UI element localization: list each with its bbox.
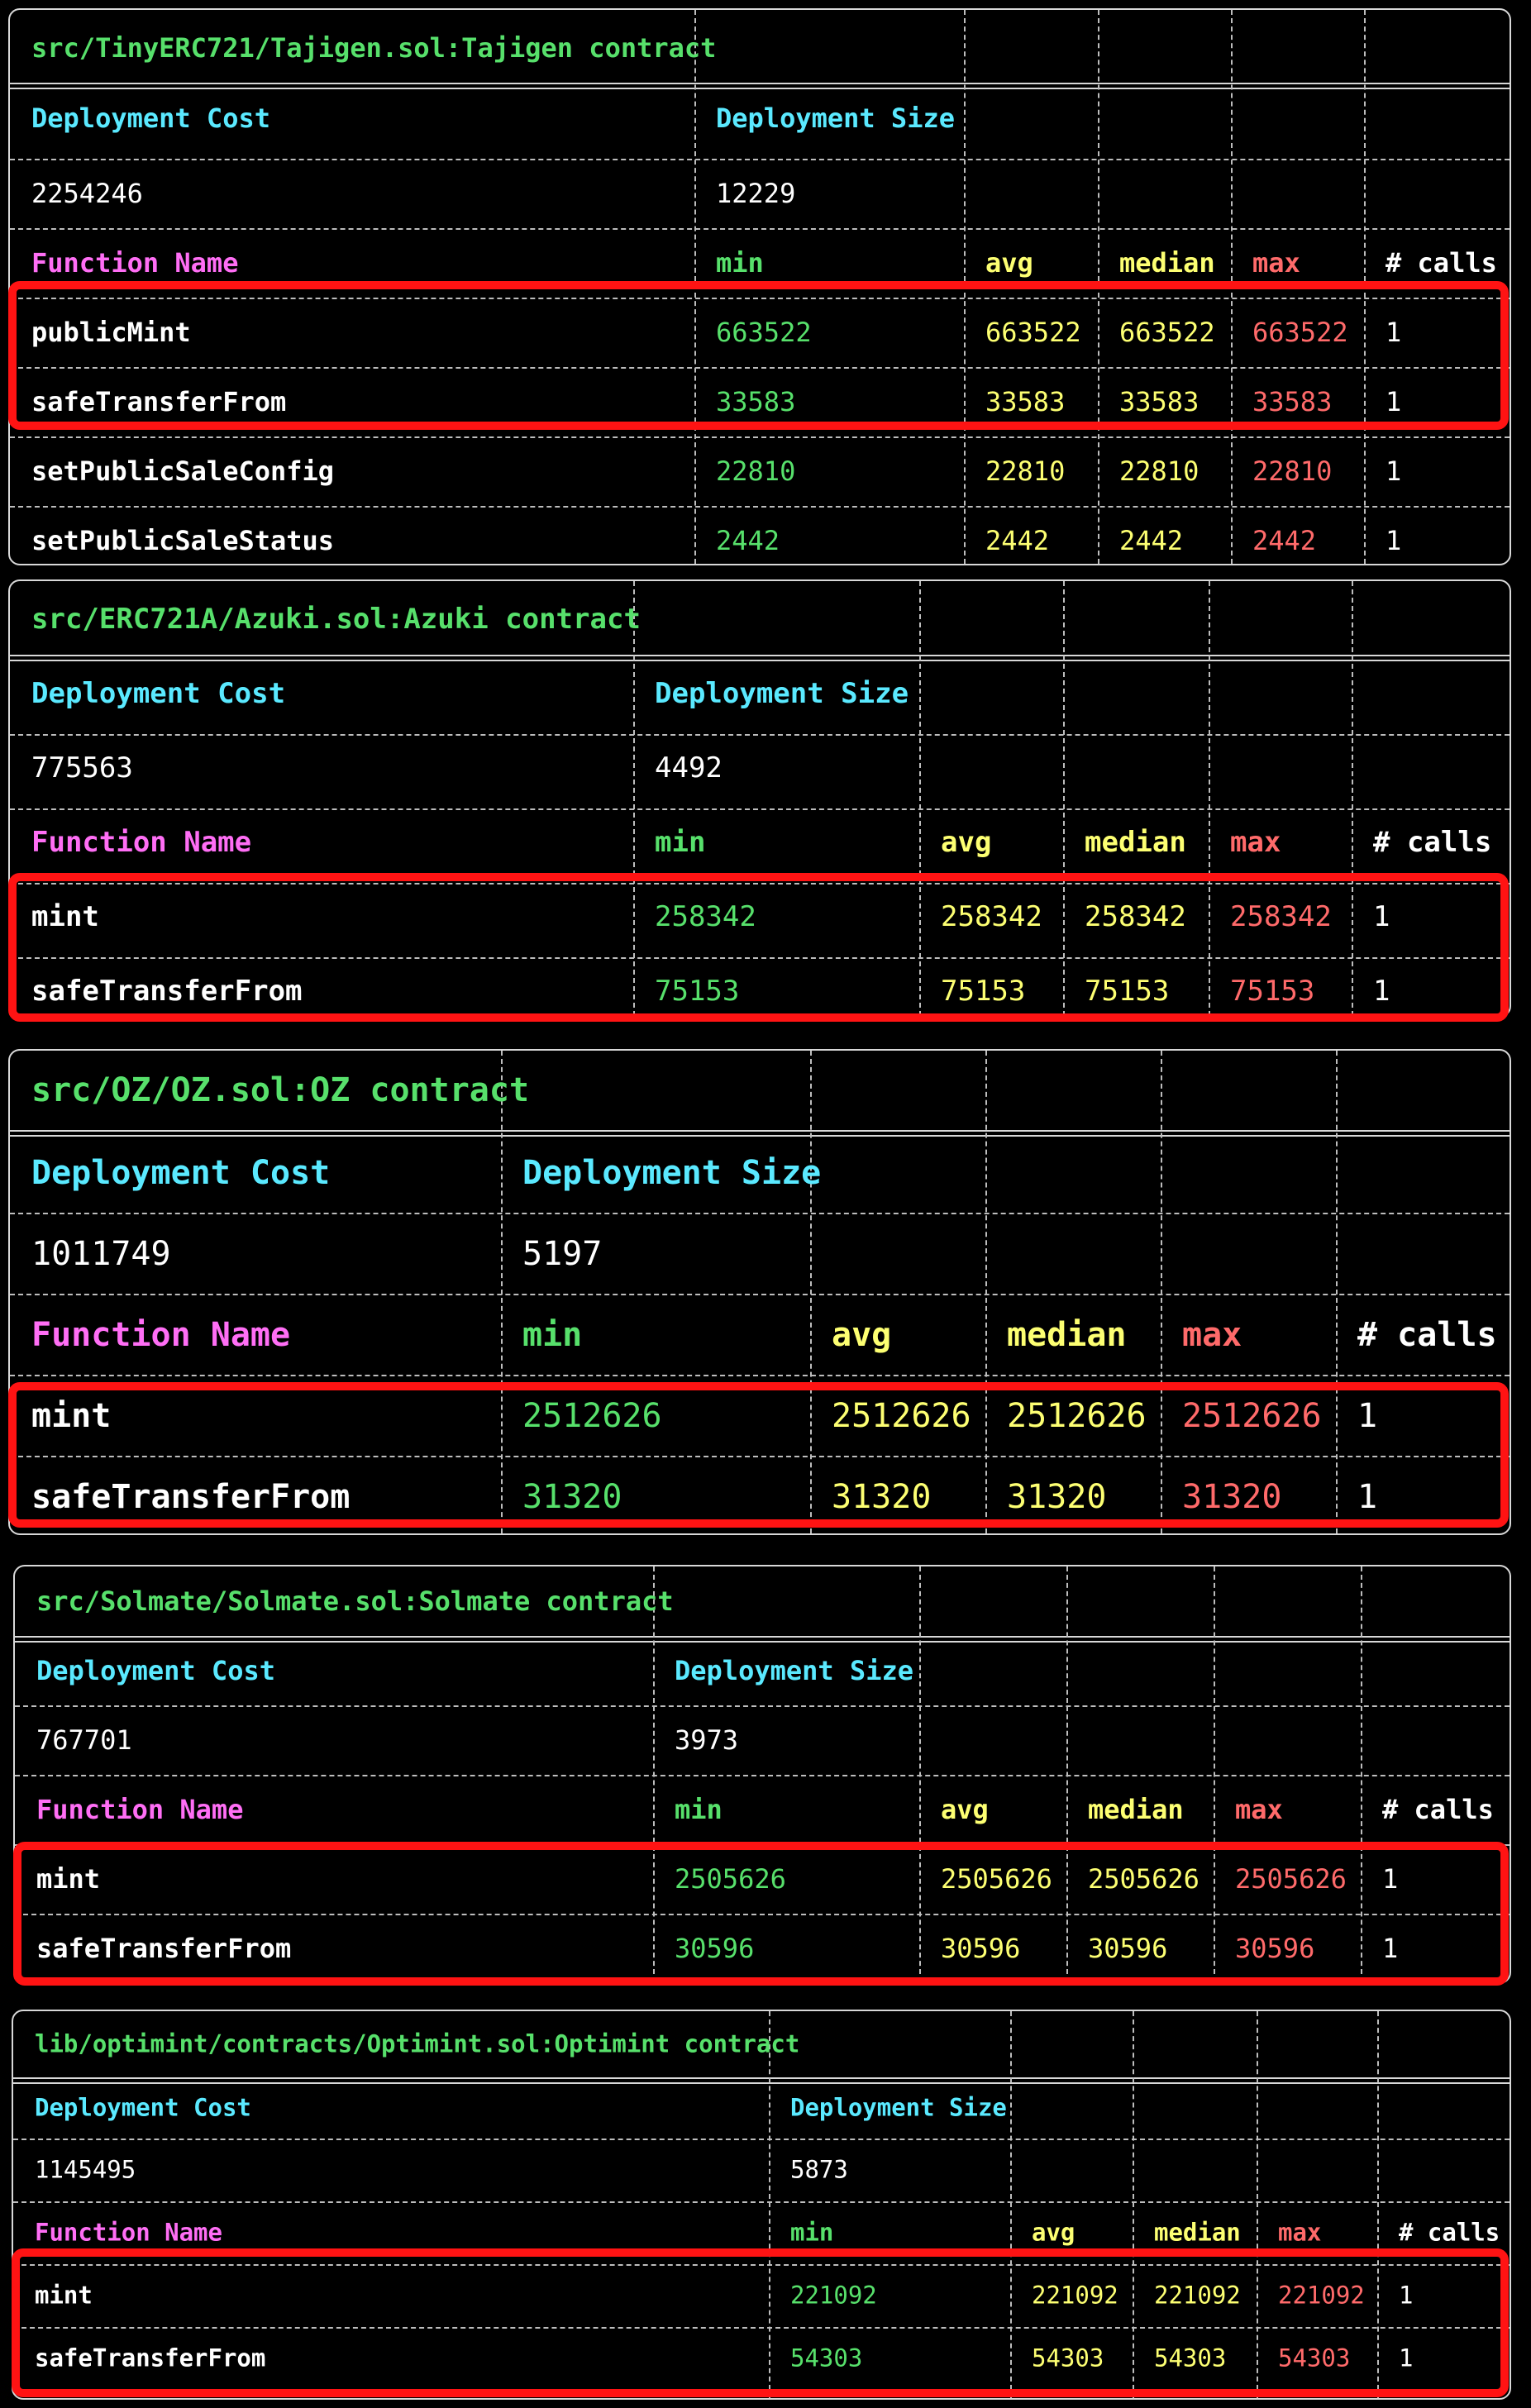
calls-header: # calls <box>1373 826 1492 859</box>
function-name: setPublicSaleConfig <box>31 455 335 487</box>
function-name-header: Function Name <box>31 826 252 859</box>
function-name-header: Function Name <box>31 1316 291 1354</box>
min-header: min <box>655 826 706 859</box>
row-divider <box>10 808 1510 810</box>
row-divider <box>13 2077 1510 2084</box>
avg-header: avg <box>1032 2218 1076 2247</box>
deployment-size-value: 5873 <box>790 2155 848 2184</box>
max-header: max <box>1235 1794 1283 1825</box>
highlight-box <box>8 873 1509 1022</box>
deployment-cost-value: 2254246 <box>31 178 143 209</box>
highlight-box <box>8 281 1509 430</box>
highlight-box <box>13 1842 1509 1986</box>
deployment-cost-value: 775563 <box>31 751 133 784</box>
deployment-cost-value: 1011749 <box>31 1235 171 1273</box>
row-divider <box>10 159 1510 160</box>
max-value: 2442 <box>1252 525 1317 556</box>
deployment-cost-value: 1145495 <box>35 2155 136 2184</box>
min-header: min <box>716 247 764 279</box>
function-name-header: Function Name <box>35 2218 222 2247</box>
avg-header: avg <box>941 1794 989 1825</box>
highlight-box <box>8 1382 1509 1528</box>
calls-header: # calls <box>1357 1316 1497 1354</box>
median-header: median <box>1154 2218 1241 2247</box>
deployment-cost-header: Deployment Cost <box>35 2093 251 2122</box>
contract-title: src/OZ/OZ.sol:OZ contract <box>31 1071 530 1109</box>
avg-header: avg <box>832 1316 892 1354</box>
avg-value: 2442 <box>985 525 1050 556</box>
max-header: max <box>1230 826 1281 859</box>
row-divider <box>15 1636 1510 1643</box>
deployment-size-header: Deployment Size <box>716 103 955 134</box>
row-divider <box>10 655 1510 661</box>
avg-header: avg <box>985 247 1033 279</box>
max-value: 22810 <box>1252 455 1333 487</box>
contract-title: lib/optimint/contracts/Optimint.sol:Opti… <box>35 2029 800 2058</box>
max-header: max <box>1278 2218 1322 2247</box>
contract-title: src/Solmate/Solmate.sol:Solmate contract <box>36 1585 674 1617</box>
min-value: 22810 <box>716 455 796 487</box>
deployment-size-header: Deployment Size <box>522 1154 822 1192</box>
function-name-header: Function Name <box>36 1794 244 1825</box>
min-value: 2442 <box>716 525 780 556</box>
min-header: min <box>675 1794 723 1825</box>
min-header: min <box>522 1316 583 1354</box>
contract-title: src/TinyERC721/Tajigen.sol:Tajigen contr… <box>31 32 717 64</box>
calls-header: # calls <box>1386 247 1497 279</box>
row-divider <box>10 1130 1510 1137</box>
median-header: median <box>1088 1794 1184 1825</box>
deployment-size-value: 4492 <box>655 751 723 784</box>
deployment-cost-header: Deployment Cost <box>31 677 286 710</box>
row-divider <box>10 1294 1510 1295</box>
max-header: max <box>1182 1316 1242 1354</box>
function-name-header: Function Name <box>31 247 239 279</box>
deployment-size-value: 3973 <box>675 1724 739 1756</box>
median-value: 22810 <box>1119 455 1200 487</box>
max-header: max <box>1252 247 1300 279</box>
row-divider <box>15 1705 1510 1707</box>
row-divider <box>10 436 1510 438</box>
deployment-cost-header: Deployment Cost <box>31 103 270 134</box>
deployment-size-header: Deployment Size <box>675 1655 913 1686</box>
row-divider <box>10 506 1510 508</box>
contract-title: src/ERC721A/Azuki.sol:Azuki contract <box>31 603 641 636</box>
calls-value: 1 <box>1386 525 1402 556</box>
calls-value: 1 <box>1386 455 1402 487</box>
deployment-cost-value: 767701 <box>36 1724 132 1756</box>
deployment-size-header: Deployment Size <box>655 677 909 710</box>
median-header: median <box>1119 247 1215 279</box>
min-header: min <box>790 2218 834 2247</box>
avg-value: 22810 <box>985 455 1066 487</box>
avg-header: avg <box>941 826 992 859</box>
function-name: setPublicSaleStatus <box>31 525 335 556</box>
deployment-size-value: 12229 <box>716 178 796 209</box>
row-divider <box>10 1375 1510 1376</box>
row-divider <box>13 2139 1510 2140</box>
row-divider <box>15 1775 1510 1776</box>
row-divider <box>10 1213 1510 1214</box>
median-header: median <box>1007 1316 1127 1354</box>
calls-header: # calls <box>1382 1794 1494 1825</box>
calls-header: # calls <box>1399 2218 1500 2247</box>
row-divider <box>13 2201 1510 2203</box>
row-divider <box>10 228 1510 230</box>
deployment-cost-header: Deployment Cost <box>36 1655 275 1686</box>
row-divider <box>10 734 1510 736</box>
row-divider <box>10 83 1510 89</box>
deployment-size-value: 5197 <box>522 1235 603 1273</box>
deployment-size-header: Deployment Size <box>790 2093 1007 2122</box>
deployment-cost-header: Deployment Cost <box>31 1154 331 1192</box>
median-header: median <box>1085 826 1186 859</box>
median-value: 2442 <box>1119 525 1184 556</box>
highlight-box <box>12 2248 1509 2397</box>
